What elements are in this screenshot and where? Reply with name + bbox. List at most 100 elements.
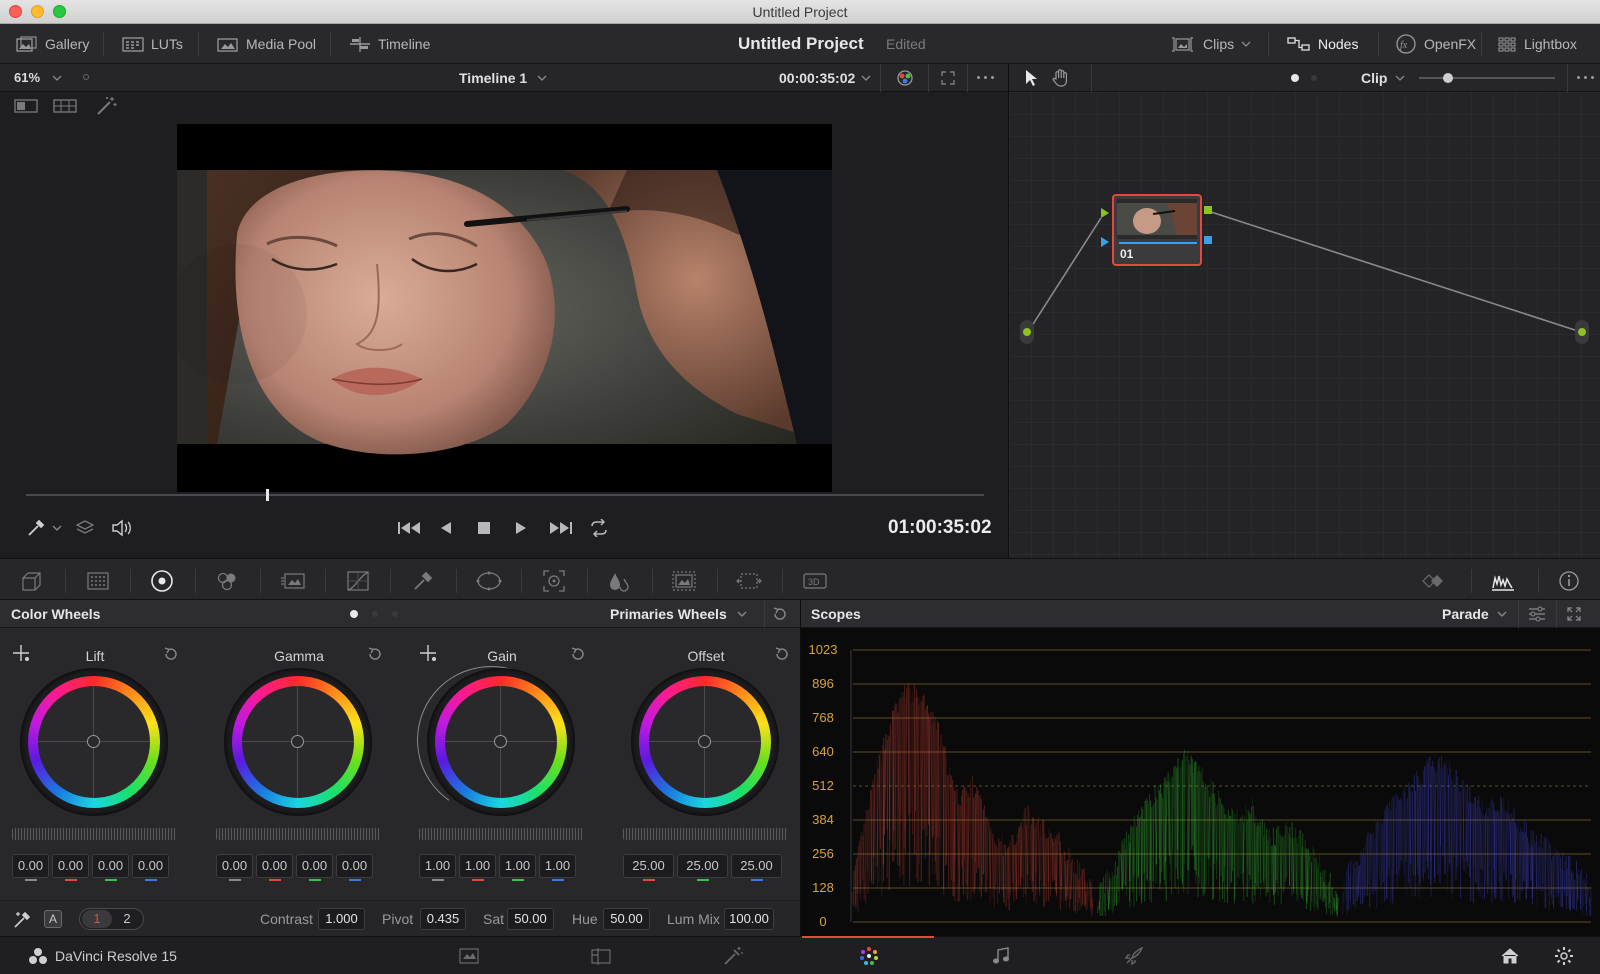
scopes-tab-icon[interactable]	[1490, 568, 1516, 594]
lift-master-dial[interactable]	[12, 828, 176, 840]
page-2-button[interactable]: 2	[112, 910, 142, 928]
qualifier-icon[interactable]	[410, 568, 436, 594]
media-page-icon[interactable]	[458, 947, 480, 965]
auto-balance-icon[interactable]	[12, 910, 32, 930]
key-icon[interactable]	[671, 568, 697, 594]
scope-settings-icon[interactable]	[1527, 605, 1547, 623]
nodes-button[interactable]: Nodes	[1287, 24, 1358, 64]
more-options-icon[interactable]	[977, 76, 994, 79]
playhead[interactable]	[265, 489, 269, 501]
skip-to-end-icon[interactable]	[547, 520, 573, 536]
offset-value-field[interactable]: 25.00	[623, 854, 674, 878]
layers-icon[interactable]	[75, 519, 95, 537]
pointer-icon[interactable]	[1023, 69, 1039, 87]
offset-wheel[interactable]	[631, 668, 779, 816]
gamma-wheel[interactable]	[224, 668, 372, 816]
node-rgb-input[interactable]	[1101, 208, 1109, 218]
hand-icon[interactable]	[1051, 68, 1071, 88]
gamma-value-field[interactable]: 0.00	[216, 854, 253, 878]
offset-puck[interactable]	[698, 735, 711, 748]
gain-value-field[interactable]: 1.00	[419, 854, 456, 878]
sat-field[interactable]: 50.00	[507, 908, 554, 930]
offset-master-dial[interactable]	[623, 828, 787, 840]
motion-effects-icon[interactable]	[280, 568, 306, 594]
lift-puck[interactable]	[87, 735, 100, 748]
color-page-icon[interactable]	[858, 946, 880, 966]
edit-page-icon[interactable]	[590, 947, 612, 965]
crosshair-picker-icon[interactable]	[12, 644, 32, 664]
reset-offset-icon[interactable]	[773, 645, 791, 663]
crosshair-picker-icon[interactable]	[419, 644, 439, 664]
gain-value-field[interactable]: 1.00	[459, 854, 496, 878]
reset-lift-icon[interactable]	[162, 645, 180, 663]
wheels-mode-dropdown[interactable]: Primaries Wheels	[610, 606, 747, 622]
curves-icon[interactable]	[345, 568, 371, 594]
play-reverse-icon[interactable]	[439, 520, 453, 536]
node-output-target[interactable]	[1575, 320, 1589, 344]
lum-mix-field[interactable]: 100.00	[724, 908, 774, 930]
fairlight-page-icon[interactable]	[991, 946, 1011, 966]
more-options-icon[interactable]	[1577, 76, 1594, 79]
video-frame[interactable]	[177, 124, 832, 492]
eyedropper-icon[interactable]	[26, 518, 46, 538]
timeline-button[interactable]: Timeline	[349, 24, 430, 64]
lightbox-button[interactable]: Lightbox	[1497, 24, 1577, 64]
node-rgb-output[interactable]	[1204, 206, 1212, 214]
auto-color-button[interactable]: A	[44, 910, 62, 928]
camera-raw-icon[interactable]	[20, 568, 46, 594]
node-mode-dropdown[interactable]: Clip	[1361, 70, 1405, 86]
blur-icon[interactable]	[606, 568, 632, 594]
gamma-value-field[interactable]: 0.00	[256, 854, 293, 878]
gamma-value-field[interactable]: 0.00	[336, 854, 373, 878]
chevron-down-icon[interactable]	[52, 524, 62, 532]
fusion-page-icon[interactable]	[722, 946, 744, 966]
gain-value-field[interactable]: 1.00	[539, 854, 576, 878]
loop-icon[interactable]	[588, 519, 610, 537]
3d-icon[interactable]: 3D	[802, 568, 828, 594]
reset-gamma-icon[interactable]	[366, 645, 384, 663]
keyframes-icon[interactable]	[1419, 568, 1445, 594]
lift-value-field[interactable]: 0.00	[52, 854, 89, 878]
expand-icon[interactable]	[1566, 606, 1582, 622]
stop-icon[interactable]	[477, 521, 491, 535]
zoom-slider-handle[interactable]	[1443, 73, 1453, 83]
sizing-icon[interactable]	[736, 568, 762, 594]
contrast-field[interactable]: 1.000	[318, 908, 365, 930]
page-dot[interactable]	[1311, 75, 1317, 81]
tracker-icon[interactable]	[541, 568, 567, 594]
color-wheels-tab-icon[interactable]	[149, 568, 175, 594]
page-dot-active[interactable]	[350, 610, 358, 618]
node-key-input[interactable]	[1101, 237, 1109, 247]
deliver-page-icon[interactable]	[1124, 946, 1144, 966]
page-dot-active[interactable]	[1291, 74, 1299, 82]
gain-master-dial[interactable]	[419, 828, 583, 840]
serial-node-01[interactable]: 01	[1112, 194, 1202, 266]
page-1-button[interactable]: 1	[82, 910, 112, 928]
page-dot[interactable]	[372, 611, 378, 617]
lift-value-field[interactable]: 0.00	[12, 854, 49, 878]
skip-to-start-icon[interactable]	[397, 520, 423, 536]
gain-wheel[interactable]	[427, 668, 575, 816]
lift-wheel[interactable]	[20, 668, 168, 816]
clips-button[interactable]: Clips	[1170, 24, 1251, 64]
zoom-dropdown[interactable]: 61%	[14, 70, 62, 85]
info-icon[interactable]	[1556, 568, 1582, 594]
reset-all-icon[interactable]	[771, 605, 789, 623]
source-timecode[interactable]: 00:00:35:02	[779, 70, 871, 86]
luts-button[interactable]: LUTs	[122, 24, 183, 64]
node-key-output[interactable]	[1204, 236, 1212, 244]
reset-gain-icon[interactable]	[569, 645, 587, 663]
node-input-source[interactable]	[1020, 320, 1034, 344]
pivot-field[interactable]: 0.435	[420, 908, 466, 930]
openfx-button[interactable]: fx OpenFX	[1395, 24, 1476, 64]
zoom-slider[interactable]	[1419, 77, 1555, 79]
home-icon[interactable]	[1500, 947, 1520, 965]
page-dot[interactable]	[392, 611, 398, 617]
gallery-button[interactable]: Gallery	[16, 24, 89, 64]
fullscreen-icon[interactable]	[940, 70, 956, 86]
hue-field[interactable]: 50.00	[603, 908, 650, 930]
color-picker-icon[interactable]	[895, 68, 915, 88]
scrubber-track[interactable]	[26, 494, 984, 496]
split-view-icon[interactable]	[14, 98, 38, 114]
scope-type-dropdown[interactable]: Parade	[1442, 606, 1507, 622]
